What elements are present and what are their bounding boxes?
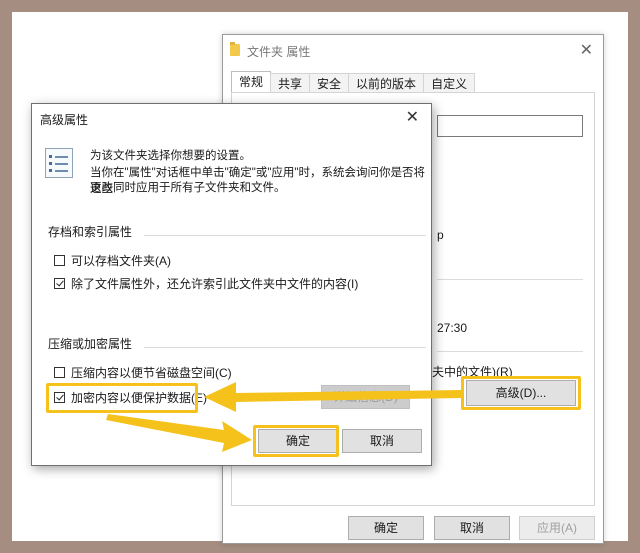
tab-general[interactable]: 常规 (231, 71, 272, 93)
advanced-button[interactable]: 高级(D)... (466, 380, 576, 406)
index-checkbox-label: 除了文件属性外，还允许索引此文件夹中文件的内容(I) (71, 276, 359, 291)
props-location-fragment: p (437, 228, 444, 242)
dialog-desc-line3: 更改同时应用于所有子文件夹和文件。 (90, 182, 286, 194)
dialog-cancel-button[interactable]: 取消 (342, 429, 422, 453)
compress-checkbox[interactable] (54, 366, 65, 378)
compress-checkbox-label: 压缩内容以便节省磁盘空间(C) (71, 365, 232, 380)
dialog-desc-line1: 为该文件夹选择你想要的设置。 (90, 150, 251, 162)
props-close-icon[interactable]: ✕ (580, 40, 593, 60)
folder-name-field[interactable] (437, 115, 583, 137)
folder-icon (230, 42, 240, 56)
props-created-time-fragment: 27:30 (437, 321, 468, 335)
tab-security[interactable]: 安全 (309, 73, 350, 93)
archive-group-label: 存档和索引属性 (48, 225, 133, 239)
tab-sharing[interactable]: 共享 (270, 73, 311, 93)
tab-customize[interactable]: 自定义 (423, 73, 476, 93)
group-divider (144, 235, 426, 236)
dialog-title: 高级属性 (40, 113, 89, 127)
props-attribute-fragment: 夫中的文件)(R) (432, 365, 513, 379)
props-cancel-button[interactable]: 取消 (434, 516, 510, 540)
encrypt-checkbox-row[interactable]: 加密内容以便保护数据(E) (54, 389, 207, 405)
index-checkbox-row[interactable]: 除了文件属性外，还允许索引此文件夹中文件的内容(I) (54, 275, 358, 291)
props-titlebar: 文件夹 属性 ✕ (223, 35, 603, 65)
dialog-close-icon[interactable]: ✕ (406, 107, 419, 127)
compress-group-label: 压缩或加密属性 (48, 337, 133, 351)
archive-checkbox-row[interactable]: 可以存档文件夹(A) (54, 252, 171, 268)
props-divider (437, 279, 583, 280)
details-button: 详细信息(D) (321, 385, 410, 409)
props-ok-button[interactable]: 确定 (348, 516, 424, 540)
props-divider (437, 351, 583, 352)
encrypt-checkbox-label: 加密内容以便保护数据(E) (71, 390, 207, 405)
advanced-attributes-dialog: 高级属性 ✕ 为该文件夹选择你想要的设置。 当你在"属性"对话框中单击"确定"或… (31, 103, 432, 466)
props-title: 文件夹 属性 (247, 45, 311, 59)
dialog-ok-button[interactable]: 确定 (258, 429, 338, 453)
props-apply-button[interactable]: 应用(A) (519, 516, 595, 540)
encrypt-checkbox[interactable] (54, 391, 65, 403)
tab-previous-versions[interactable]: 以前的版本 (348, 73, 425, 93)
compress-checkbox-row[interactable]: 压缩内容以便节省磁盘空间(C) (54, 364, 232, 380)
index-checkbox[interactable] (54, 277, 65, 289)
props-tab-bar: 常规 共享 安全 以前的版本 自定义 (231, 71, 476, 93)
archive-checkbox-label: 可以存档文件夹(A) (71, 253, 171, 268)
group-divider (144, 347, 426, 348)
archive-checkbox[interactable] (54, 254, 65, 266)
attributes-list-icon (45, 148, 73, 178)
